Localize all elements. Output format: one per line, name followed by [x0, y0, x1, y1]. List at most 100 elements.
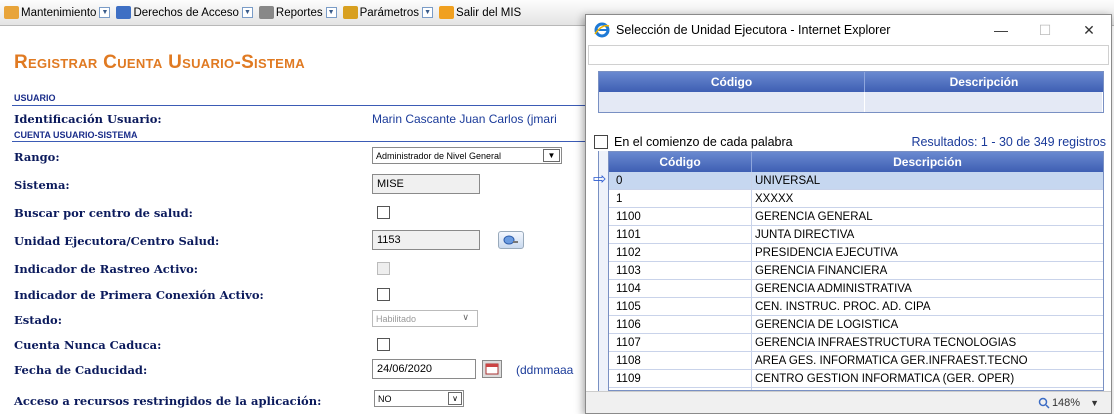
table-row[interactable]: 1 XXXXX	[609, 190, 1103, 208]
estado-select[interactable]: Habilitado ∨	[372, 310, 478, 327]
maximize-button[interactable]: ☐	[1023, 15, 1067, 45]
menu-item-1[interactable]: Derechos de Acceso ▼	[116, 2, 253, 24]
menu-item-label: Derechos de Acceso	[133, 6, 239, 19]
menu-item-0[interactable]: Mantenimiento ▼	[4, 2, 111, 24]
cell-description: GERENCIA ADMINISTRATIVA	[755, 282, 912, 295]
table-header-desc: Descripción	[893, 155, 962, 169]
exit-icon	[439, 6, 455, 19]
calendar-icon	[485, 363, 499, 375]
divider	[12, 105, 587, 106]
results-count: Resultados: 1 - 30 de 349 registros	[911, 135, 1106, 149]
cell-description: CENTRO GESTION INFORMATICA (GER. OPER)	[755, 372, 1015, 385]
primera-checkbox[interactable]	[377, 288, 390, 301]
sistema-field[interactable]: MISE	[372, 174, 480, 194]
minimize-button[interactable]: —	[979, 15, 1023, 45]
primera-label: Indicador de Primera Conexión Activo:	[14, 288, 264, 302]
status-bar: 148% ▼	[586, 391, 1111, 413]
nunca-caduca-label: Cuenta Nunca Caduca:	[14, 338, 162, 352]
word-start-checkbox[interactable]	[594, 135, 608, 149]
address-bar[interactable]	[588, 45, 1109, 65]
word-start-label: En el comienzo de cada palabra	[614, 135, 793, 149]
menu-item-3[interactable]: Parámetros ▼	[342, 2, 434, 24]
table-row[interactable]: 1105 CEN. INSTRUC. PROC. AD. CIPA	[609, 298, 1103, 316]
search-code-input[interactable]	[599, 92, 865, 112]
chevron-down-icon[interactable]: ▼	[422, 7, 434, 18]
chevron-down-icon: ∨	[448, 392, 462, 405]
table-row[interactable]: 1104 GERENCIA ADMINISTRATIVA	[609, 280, 1103, 298]
results-table: Código Descripción 0 UNIVERSAL 1 XXXXX 1100 G…	[608, 151, 1104, 391]
nunca-caduca-checkbox[interactable]	[377, 338, 390, 351]
cell-description: XXXXX	[755, 192, 794, 205]
zoom-level[interactable]: 148%	[1052, 397, 1080, 409]
table-row[interactable]: 1108 AREA GES. INFORMATICA GER.INFRAEST.T…	[609, 352, 1103, 370]
cell-description: GERENCIA FINANCIERA	[755, 264, 888, 277]
access-rights-icon	[116, 6, 132, 19]
buscar-checkbox[interactable]	[377, 206, 390, 219]
divider	[12, 141, 587, 142]
unidad-field[interactable]: 1153	[372, 230, 480, 250]
table-row[interactable]: 1109 CENTRO GESTION INFORMATICA (GER. OPE…	[609, 370, 1103, 388]
identificacion-label: Identificación Usuario:	[14, 112, 162, 126]
cell-code: 1106	[609, 316, 752, 333]
unidad-selection-window: Selección de Unidad Ejecutora - Internet…	[585, 14, 1112, 414]
table-row[interactable]: 0 UNIVERSAL	[609, 172, 1103, 190]
cell-code: 1108	[609, 352, 752, 369]
table-row[interactable]: 1107 GERENCIA INFRAESTRUCTURA TECNOLOGIAS	[609, 334, 1103, 352]
table-row[interactable]: 1100 GERENCIA GENERAL	[609, 208, 1103, 226]
acceso-select[interactable]: NO ∨	[374, 390, 464, 407]
rastreo-label: Indicador de Rastreo Activo:	[14, 262, 199, 276]
search-desc-input[interactable]	[865, 92, 1103, 112]
menu-item-label: Parámetros	[359, 6, 420, 19]
cell-code: 1102	[609, 244, 752, 261]
cell-code: 1107	[609, 334, 752, 351]
search-header-code: Código	[599, 72, 865, 92]
table-row[interactable]: 1103 GERENCIA FINANCIERA	[609, 262, 1103, 280]
cell-description: CEN. INSTRUC. PROC. AD. CIPA	[755, 300, 931, 313]
cell-description: GERENCIA INFRAESTRUCTURA TECNOLOGIAS	[755, 336, 1017, 349]
cell-description: AREA GES. INFORMATICA GER.INFRAEST.TECNO	[755, 354, 1028, 367]
menu-item-label: Salir del MIS	[456, 6, 522, 19]
chevron-down-icon[interactable]: ▼	[99, 7, 111, 18]
fecha-field[interactable]: 24/06/2020	[372, 359, 476, 379]
cell-code: 1109	[609, 370, 752, 387]
rango-label: Rango:	[14, 150, 60, 164]
cell-code: 1104	[609, 280, 752, 297]
identificacion-value: Marin Cascante Juan Carlos (jmari	[372, 112, 557, 126]
table-row[interactable]: 1102 PRESIDENCIA EJECUTIVA	[609, 244, 1103, 262]
section-usuario: USUARIO	[14, 93, 56, 103]
rango-select[interactable]: Administrador de Nivel General ▼	[372, 147, 562, 164]
search-unidad-button[interactable]	[498, 231, 524, 249]
parameters-icon	[342, 6, 358, 19]
search-icon	[503, 235, 518, 245]
window-titlebar: Selección de Unidad Ejecutora - Internet…	[586, 15, 1111, 45]
table-body: 0 UNIVERSAL 1 XXXXX 1100 GERENCIA GENERAL 1101…	[609, 172, 1103, 390]
search-options: En el comienzo de cada palabra Resultado…	[594, 133, 1106, 151]
cell-code: 1	[609, 190, 752, 207]
search-header-desc: Descripción	[949, 75, 1019, 89]
unidad-label: Unidad Ejecutora/Centro Salud:	[14, 234, 220, 248]
chevron-down-icon[interactable]: ▼	[325, 7, 337, 18]
menu-item-4[interactable]: Salir del MIS	[439, 2, 521, 24]
cell-description: GERENCIA DE LOGISTICA	[755, 318, 899, 331]
estado-label: Estado:	[14, 313, 62, 327]
search-filter-table: Código Descripción	[598, 71, 1104, 113]
close-button[interactable]: ✕	[1067, 15, 1111, 45]
rastreo-checkbox[interactable]	[377, 262, 390, 275]
cell-code: 1105	[609, 298, 752, 315]
internet-explorer-icon	[594, 22, 610, 38]
table-row[interactable]: 1101 JUNTA DIRECTIVA	[609, 226, 1103, 244]
zoom-icon	[1038, 397, 1050, 409]
cell-code: 1103	[609, 262, 752, 279]
reports-icon	[258, 6, 274, 19]
chevron-down-icon[interactable]: ▼	[1090, 398, 1099, 408]
acceso-select-value: NO	[378, 393, 392, 404]
estado-select-value: Habilitado	[376, 313, 417, 324]
table-header-code: Código	[609, 152, 752, 172]
calendar-button[interactable]	[482, 360, 502, 378]
table-row[interactable]: 1106 GERENCIA DE LOGISTICA	[609, 316, 1103, 334]
menu-item-2[interactable]: Reportes ▼	[258, 2, 337, 24]
page-title: Registrar Cuenta Usuario-Sistema	[14, 52, 305, 73]
maintenance-icon	[4, 6, 19, 19]
cell-code: 1100	[609, 208, 752, 225]
chevron-down-icon[interactable]: ▼	[241, 7, 253, 18]
